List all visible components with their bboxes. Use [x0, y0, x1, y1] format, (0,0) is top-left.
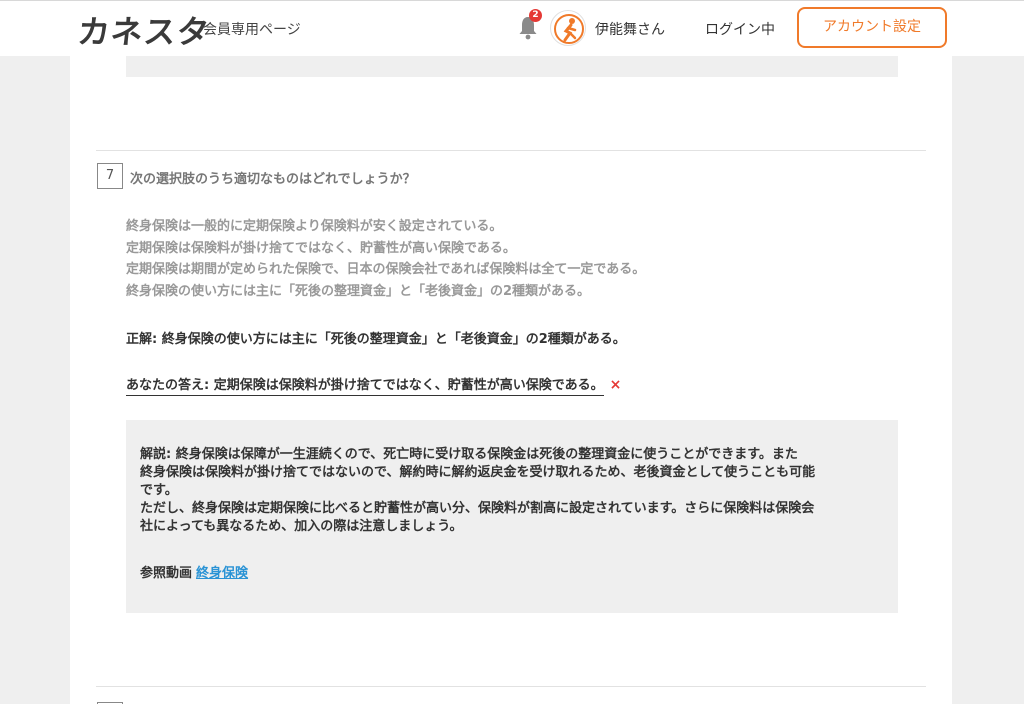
header: カネスタ 会員専用ページ 2 伊能舞さん ログイン中 アカウント設定: [0, 0, 1024, 56]
your-answer: あなたの答え: 定期保険は保険料が掛け捨てではなく、貯蓄性が高い保険である。 ×: [126, 374, 622, 396]
choice-item: 終身保険の使い方には主に「死後の整理資金」と「老後資金」の2種類がある。: [126, 283, 591, 299]
avatar[interactable]: [550, 10, 586, 46]
explanation-line: です。: [140, 483, 178, 498]
reference-video-link[interactable]: 終身保険: [196, 566, 248, 581]
user-avatar-icon: [554, 14, 584, 44]
user-name[interactable]: 伊能舞さん: [595, 19, 665, 39]
correct-answer: 正解: 終身保険の使い方には主に「死後の整理資金」と「老後資金」の2種類がある。: [126, 332, 626, 347]
explanation-text: 解説: 終身保険は保障が一生涯続くので、死亡時に受け取る保険金は死後の整理資金に…: [140, 446, 884, 536]
explanation-line: 終身保険は保険料が掛け捨てではないので、解約時に解約返戻金を受け取れるため、老後…: [140, 465, 816, 480]
page-subtitle: 会員専用ページ: [203, 22, 301, 38]
wrong-icon: ×: [609, 377, 622, 393]
notification-badge: 2: [529, 9, 542, 22]
explanation-box: 解説: 終身保険は保障が一生涯続くので、死亡時に受け取る保険金は死後の整理資金に…: [126, 420, 898, 613]
question-text: 次の選択肢のうち適切なものはどれでしょうか？: [130, 172, 416, 187]
explanation-line: ただし、終身保険は定期保険に比べると貯蓄性が高い分、保険料が割高に設定されていま…: [140, 501, 815, 516]
logo[interactable]: カネスタ: [76, 7, 213, 53]
explanation-line: 社によっても異なるため、加入の際は注意しましょう。: [140, 519, 463, 534]
reference-video: 参照動画 終身保険: [140, 562, 884, 581]
explanation-line: 解説: 終身保険は保障が一生涯続くので、死亡時に受け取る保険金は死後の整理資金に…: [140, 447, 798, 462]
choice-list: 終身保険は一般的に定期保険より保険料が安く設定されている。 定期保険は保険料が掛…: [126, 216, 645, 302]
divider: [96, 686, 926, 687]
choice-item: 定期保険は保険料が掛け捨てではなく、貯蓄性が高い保険である。: [126, 240, 516, 256]
login-status: ログイン中: [705, 22, 775, 38]
reference-label: 参照動画: [140, 566, 193, 581]
account-settings-button[interactable]: アカウント設定: [797, 7, 947, 48]
main-content: 7 次の選択肢のうち適切なものはどれでしょうか？ 終身保険は一般的に定期保険より…: [70, 56, 952, 704]
your-answer-text: あなたの答え: 定期保険は保険料が掛け捨てではなく、貯蓄性が高い保険である。: [126, 378, 604, 396]
question-number: 7: [97, 163, 123, 189]
previous-explanation-box: [126, 56, 898, 77]
choice-item: 終身保険は一般的に定期保険より保険料が安く設定されている。: [126, 219, 503, 234]
choice-item: 定期保険は期間が定められた保険で、日本の保険会社であれば保険料は全て一定である。: [126, 262, 646, 277]
divider: [96, 150, 926, 151]
